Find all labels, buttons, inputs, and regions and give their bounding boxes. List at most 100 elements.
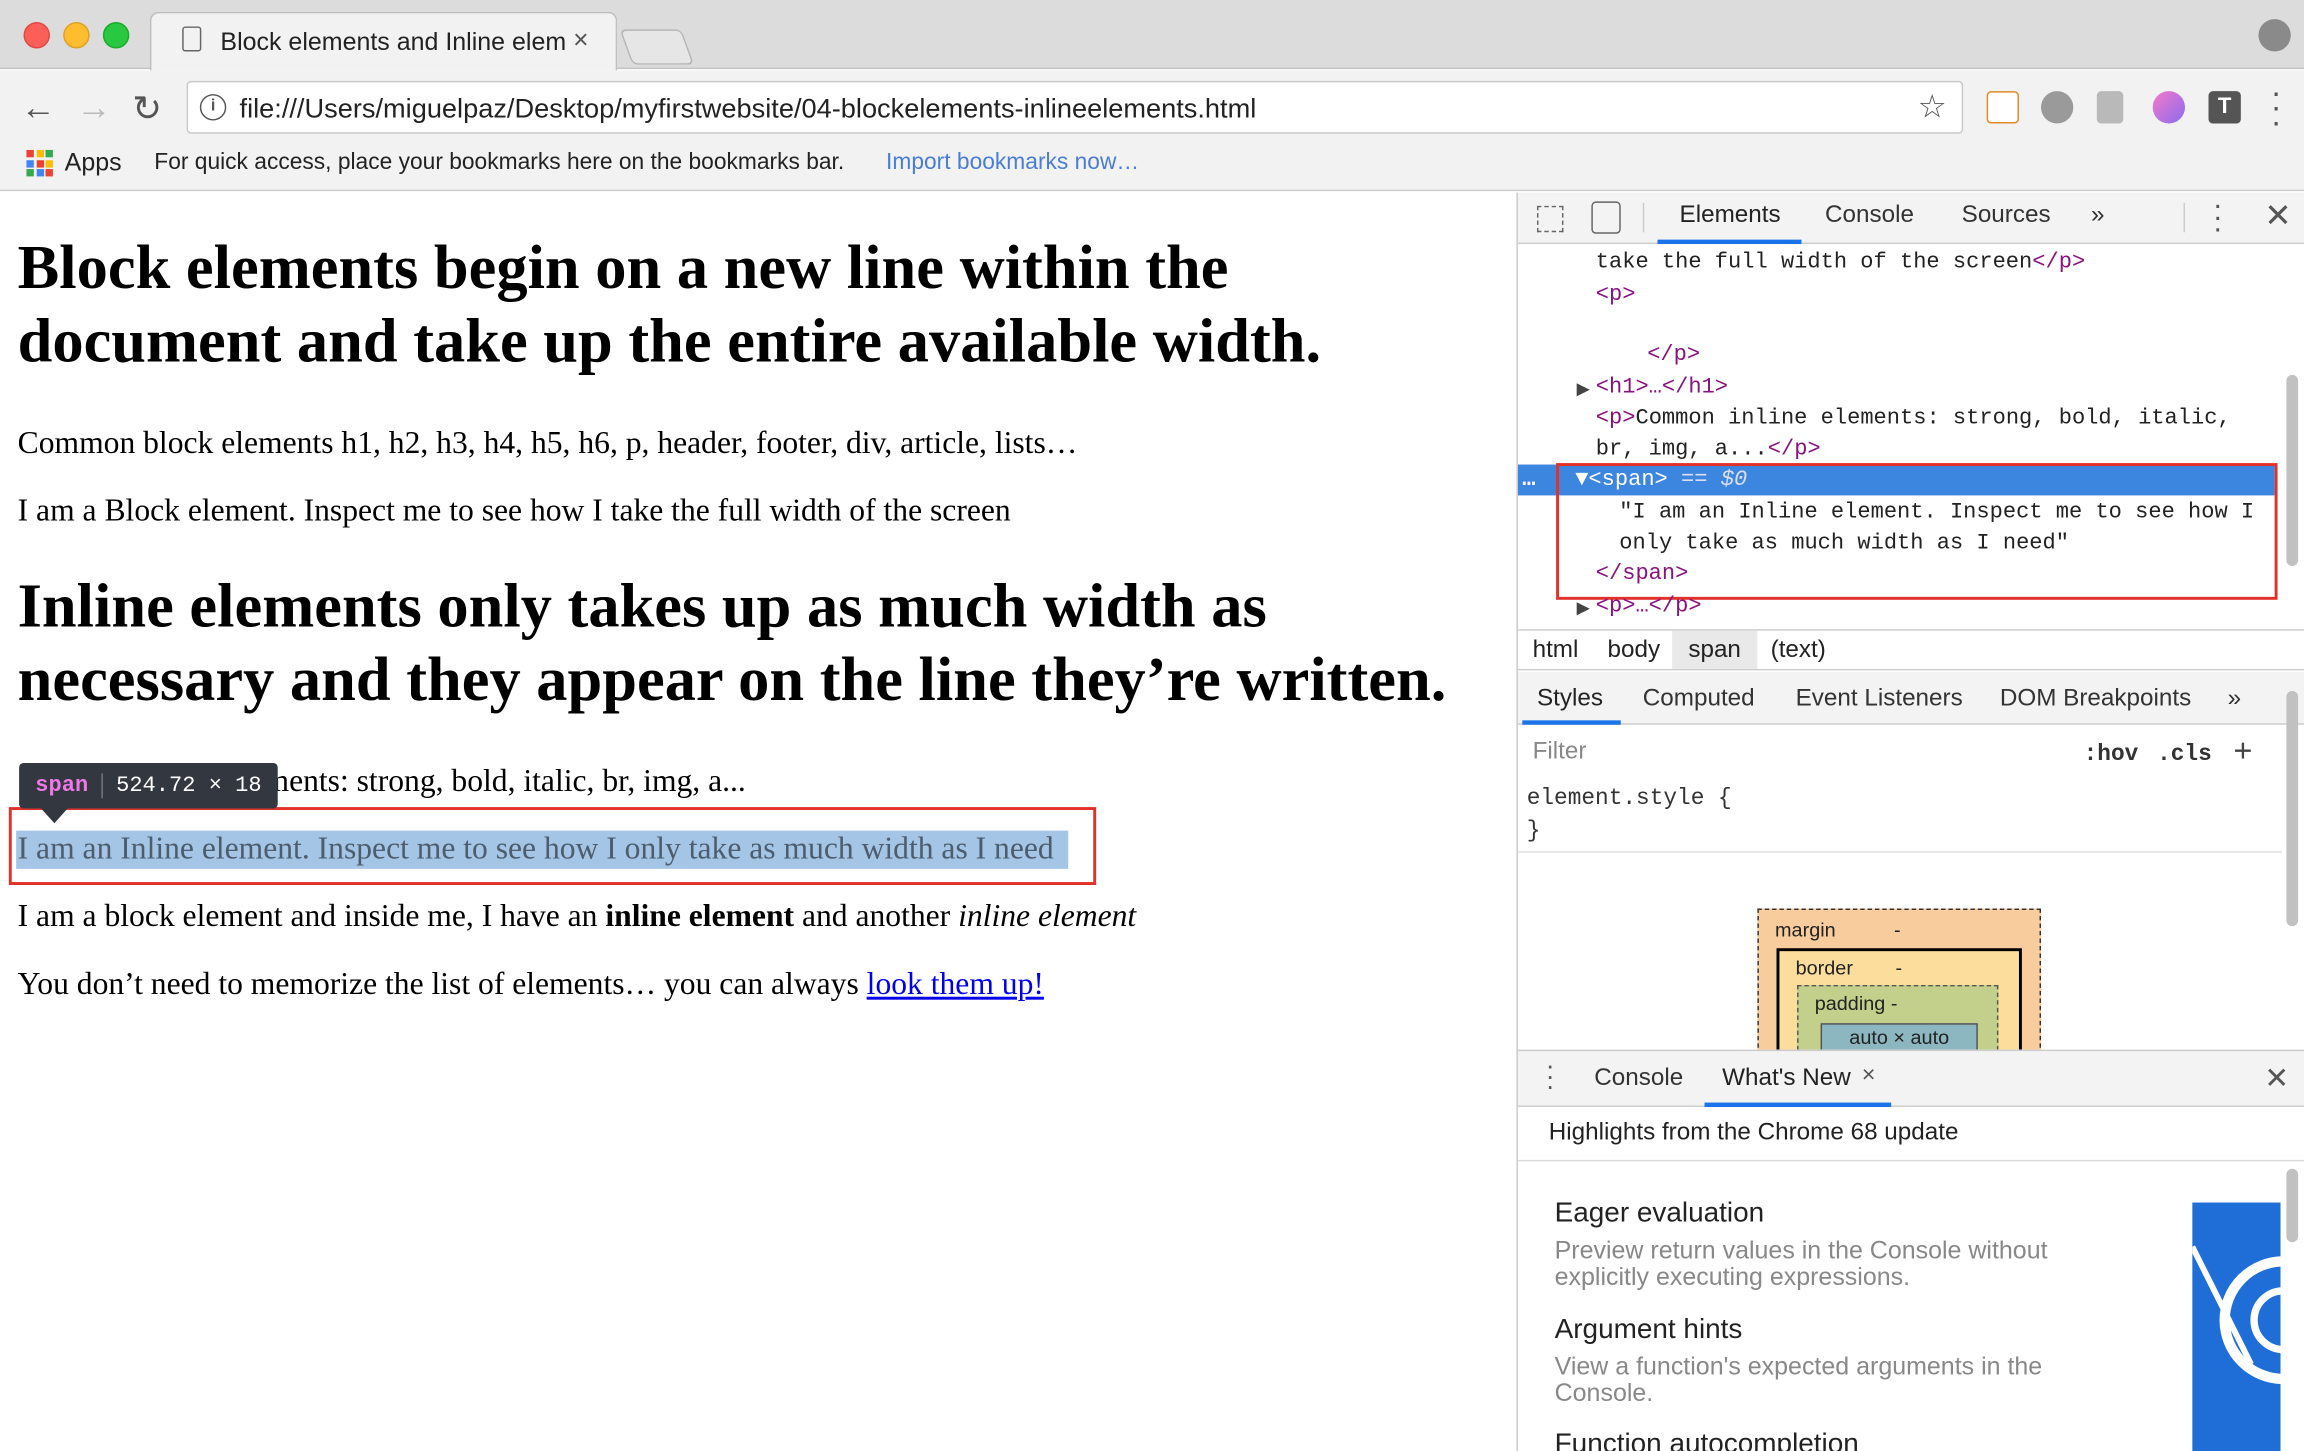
bookmark-star-icon[interactable]: ☆ [1918, 88, 1947, 126]
info-icon[interactable]: i [199, 94, 227, 121]
dom-line-p-open[interactable]: <p> [1596, 282, 1636, 307]
feature-title-autocomplete[interactable]: Function autocompletion [1555, 1429, 1859, 1451]
tab-sources[interactable]: Sources [1962, 201, 2051, 229]
profile-icon[interactable] [2258, 19, 2291, 52]
feature-illustration [2192, 1202, 2281, 1451]
elements-tab-underline [1657, 239, 1802, 245]
dom-scrollbar[interactable] [2286, 374, 2299, 566]
para4-start: I am a block element and inside me, I ha… [17, 898, 606, 934]
heading1-line2: document and take up the entire availabl… [17, 307, 1322, 377]
extension-pdf-icon[interactable] [1986, 91, 2019, 124]
apps-grid-icon[interactable] [26, 149, 53, 177]
whats-new-close-icon[interactable]: × [1862, 1063, 1876, 1089]
dom-expand-arrow-icon[interactable]: ▶ [1577, 375, 1590, 403]
tab-title: Block elements and Inline elem [220, 27, 567, 56]
feature-title-argument[interactable]: Argument hints [1555, 1314, 1743, 1346]
styles-tabs-overflow-icon[interactable]: » [2228, 685, 2242, 713]
minimize-window-button[interactable] [63, 22, 90, 49]
feature-desc-eager: Preview return values in the Console wit… [1554, 1236, 2048, 1291]
look-them-up-link[interactable]: look them up! [867, 966, 1044, 1001]
zoom-window-button[interactable] [102, 22, 130, 49]
feature-desc-argument: View a function's expected arguments in … [1554, 1352, 2043, 1407]
toolbar-divider [1642, 202, 1645, 233]
drawer-menu-icon[interactable]: · · · [1546, 1053, 1555, 1100]
extension-pages-icon[interactable] [2096, 91, 2124, 124]
box-model-content[interactable]: auto × auto [1820, 1023, 1978, 1050]
tooltip-size: 524.72 × 18 [116, 773, 262, 799]
new-tab-button[interactable] [619, 29, 695, 65]
devtools-close-icon[interactable]: ✕ [2264, 197, 2291, 235]
drawer-tab-console[interactable]: Console [1594, 1064, 1683, 1092]
breadcrumb-text[interactable]: (text) [1771, 637, 1826, 665]
dom-expand-arrow-icon[interactable]: ▶ [1577, 594, 1590, 622]
styles-filter-input[interactable] [1522, 730, 2064, 772]
drawer-close-icon[interactable]: ✕ [2264, 1060, 2289, 1097]
illustration-graphic [2192, 1245, 2281, 1385]
drawer-scrollbar[interactable] [2286, 1168, 2299, 1243]
breadcrumb-body[interactable]: body [1608, 637, 1661, 665]
device-toolbar-icon[interactable] [1591, 201, 1621, 234]
tab-computed[interactable]: Computed [1643, 685, 1755, 713]
para4-italic: inline element [958, 898, 1137, 934]
box-model-area: margin - border - padding - auto × auto [1518, 853, 2284, 1050]
tooltip-arrow [41, 808, 68, 824]
reload-icon[interactable]: ↻ [132, 88, 162, 131]
styles-tab-underline [1522, 720, 1621, 725]
heading2-line1: Inline elements only takes up as much wi… [17, 571, 1267, 641]
cls-toggle[interactable]: .cls [2157, 741, 2212, 767]
tabs-overflow-icon[interactable]: » [2091, 201, 2105, 229]
bookmarks-message: For quick access, place your bookmarks h… [154, 149, 845, 175]
hov-toggle[interactable]: :hov [2084, 741, 2139, 767]
tab-console[interactable]: Console [1825, 201, 1914, 229]
para4-bold: inline element [605, 898, 795, 934]
paragraph-mixed: I am a block element and inside me, I ha… [18, 898, 1137, 935]
page-heading-block: Block elements begin on a new line withi… [18, 232, 1321, 379]
heading2-line2: necessary and they appear on the line th… [17, 645, 1447, 715]
dom-line-p-common-end[interactable]: br, img, a...</p> [1596, 437, 1821, 462]
back-icon[interactable]: ← [21, 88, 56, 129]
document-icon [182, 26, 202, 52]
element-style-open[interactable]: element.style { [1527, 785, 1732, 811]
drawer-tab-whats-new[interactable]: What's New [1722, 1064, 1851, 1092]
forward-icon[interactable]: → [76, 88, 111, 129]
devtools-menu-icon[interactable]: · · · [2213, 191, 2223, 244]
annotation-box-page [8, 807, 1097, 886]
para4-mid: and another [794, 898, 959, 934]
dom-row-dots[interactable]: … [1522, 467, 1535, 492]
paragraph-common-block: Common block elements h1, h2, h3, h4, h5… [17, 424, 1078, 461]
extension-text-icon[interactable]: T [2208, 91, 2241, 124]
dom-line-p-close[interactable]: </p> [1647, 343, 1700, 368]
tab-event-listeners[interactable]: Event Listeners [1796, 685, 1963, 713]
apps-label[interactable]: Apps [65, 148, 122, 177]
paragraph-common-inline: ments: strong, bold, italic, br, img, a.… [264, 762, 746, 799]
tab-styles[interactable]: Styles [1537, 685, 1603, 713]
dom-line-h1[interactable]: <h1>…</h1> [1596, 375, 1728, 400]
url-text[interactable]: file:///Users/miguelpaz/Desktop/myfirstw… [240, 93, 1257, 125]
styles-scrollbar[interactable] [2286, 690, 2299, 927]
extension-color-icon[interactable] [2152, 91, 2185, 124]
breadcrumb-html[interactable]: html [1533, 637, 1579, 665]
tooltip-tag: span [35, 773, 89, 799]
element-style-close: } [1526, 817, 1541, 844]
dom-line-1[interactable]: take the full width of the screen</p> [1596, 250, 2085, 275]
filter-placeholder: Filter [1532, 737, 1587, 765]
drawer-divider [1517, 1159, 2304, 1162]
breadcrumb-span[interactable]: span [1688, 637, 1741, 665]
chrome-menu-icon[interactable]: · · · [2269, 76, 2284, 138]
add-rule-icon[interactable]: + [2233, 732, 2252, 770]
extension-gear-icon[interactable] [2040, 91, 2074, 124]
toolbar-divider [2183, 202, 2185, 233]
import-bookmarks-link[interactable]: Import bookmarks now… [886, 150, 1139, 176]
dom-line-p-common[interactable]: <p>Common inline elements: strong, bold,… [1596, 406, 2231, 431]
inspect-element-icon[interactable] [1536, 205, 1564, 233]
whats-new-heading: Highlights from the Chrome 68 update [1548, 1118, 1959, 1146]
dom-line-p-last[interactable]: <p>…</p> [1596, 594, 1702, 619]
tab-close-icon[interactable]: × [573, 25, 588, 56]
tab-dom-breakpoints[interactable]: DOM Breakpoints [2000, 685, 2191, 713]
close-window-button[interactable] [23, 22, 50, 49]
tab-elements[interactable]: Elements [1680, 201, 1781, 229]
heading1-line1: Block elements begin on a new line withi… [17, 233, 1229, 303]
feature-title-eager[interactable]: Eager evaluation [1555, 1198, 1765, 1230]
inspect-tooltip: span 524.72 × 18 [19, 762, 278, 809]
paragraph-block-element: I am a Block element. Inspect me to see … [17, 492, 1011, 528]
